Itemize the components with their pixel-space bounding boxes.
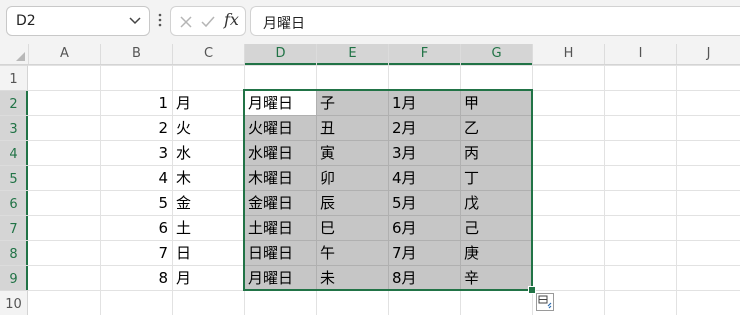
cell-b2[interactable]: 1 <box>100 90 172 115</box>
cell-e9[interactable]: 未 <box>316 265 388 290</box>
cell-d5[interactable]: 木曜日 <box>244 165 316 190</box>
column-headers: ABCDEFGHIJ <box>0 44 740 65</box>
cell-d2[interactable]: 月曜日 <box>244 90 316 115</box>
cell-d7[interactable]: 土曜日 <box>244 215 316 240</box>
column-header-h[interactable]: H <box>532 44 604 64</box>
formula-actions: fx <box>170 6 246 36</box>
cell-d3[interactable]: 火曜日 <box>244 115 316 140</box>
row-header-7[interactable]: 7 <box>0 215 28 240</box>
cell-b8[interactable]: 7 <box>100 240 172 265</box>
cell-e8[interactable]: 午 <box>316 240 388 265</box>
fill-handle[interactable] <box>528 286 536 294</box>
formula-bar: D2 fx 月曜日 <box>0 0 740 44</box>
cell-g7[interactable]: 己 <box>460 215 532 240</box>
row-header-6[interactable]: 6 <box>0 190 28 215</box>
cell-d9[interactable]: 月曜日 <box>244 265 316 290</box>
cell-d8[interactable]: 日曜日 <box>244 240 316 265</box>
cell-b5[interactable]: 4 <box>100 165 172 190</box>
cell-b6[interactable]: 5 <box>100 190 172 215</box>
cell-c3[interactable]: 火 <box>172 115 244 140</box>
worksheet-grid[interactable]: 1 月月曜日子 1月甲 2 火火曜日丑 2月乙 3 水水曜日寅 3月丙 4 木木曜日卯 4月丁 5 金金曜… <box>28 65 740 315</box>
cell-e6[interactable]: 辰 <box>316 190 388 215</box>
cell-e7[interactable]: 巳 <box>316 215 388 240</box>
column-header-b[interactable]: B <box>100 44 172 64</box>
row-header-8[interactable]: 8 <box>0 240 28 265</box>
insert-function-button[interactable]: fx <box>224 10 239 29</box>
cell-d6[interactable]: 金曜日 <box>244 190 316 215</box>
cell-b9[interactable]: 8 <box>100 265 172 290</box>
cell-f6[interactable]: 5月 <box>388 190 460 215</box>
cell-e5[interactable]: 卯 <box>316 165 388 190</box>
cell-g8[interactable]: 庚 <box>460 240 532 265</box>
cell-g9[interactable]: 辛 <box>460 265 532 290</box>
cell-b4[interactable]: 3 <box>100 140 172 165</box>
row-header-4[interactable]: 4 <box>0 140 28 165</box>
column-header-d[interactable]: D <box>244 44 316 65</box>
cancel-icon[interactable] <box>177 13 195 31</box>
cell-c8[interactable]: 日 <box>172 240 244 265</box>
cell-f9[interactable]: 8月 <box>388 265 460 290</box>
cell-f7[interactable]: 6月 <box>388 215 460 240</box>
grid-line <box>28 65 740 66</box>
row-header-3[interactable]: 3 <box>0 115 28 140</box>
cell-e4[interactable]: 寅 <box>316 140 388 165</box>
cell-e2[interactable]: 子 <box>316 90 388 115</box>
more-options-icon[interactable] <box>156 10 164 30</box>
cell-d4[interactable]: 水曜日 <box>244 140 316 165</box>
column-header-j[interactable]: J <box>676 44 740 64</box>
name-box-value: D2 <box>16 13 36 29</box>
row-header-5[interactable]: 5 <box>0 165 28 190</box>
quick-analysis-icon[interactable] <box>536 293 554 311</box>
cell-f2[interactable]: 1月 <box>388 90 460 115</box>
cell-c7[interactable]: 土 <box>172 215 244 240</box>
column-header-i[interactable]: I <box>604 44 676 64</box>
cell-f4[interactable]: 3月 <box>388 140 460 165</box>
enter-icon[interactable] <box>199 13 217 31</box>
cell-c4[interactable]: 水 <box>172 140 244 165</box>
cell-c5[interactable]: 木 <box>172 165 244 190</box>
column-header-a[interactable]: A <box>28 44 100 64</box>
cell-e3[interactable]: 丑 <box>316 115 388 140</box>
cell-f3[interactable]: 2月 <box>388 115 460 140</box>
row-header-10[interactable]: 10 <box>0 290 28 315</box>
row-header-1[interactable]: 1 <box>0 65 28 90</box>
cell-g4[interactable]: 丙 <box>460 140 532 165</box>
formula-input[interactable]: 月曜日 <box>250 6 740 36</box>
cell-b7[interactable]: 6 <box>100 215 172 240</box>
cell-f5[interactable]: 4月 <box>388 165 460 190</box>
select-all-button[interactable] <box>0 44 28 64</box>
column-header-c[interactable]: C <box>172 44 244 64</box>
cell-c9[interactable]: 月 <box>172 265 244 290</box>
cell-f8[interactable]: 7月 <box>388 240 460 265</box>
cell-g2[interactable]: 甲 <box>460 90 532 115</box>
cell-g6[interactable]: 戊 <box>460 190 532 215</box>
cell-b3[interactable]: 2 <box>100 115 172 140</box>
column-header-g[interactable]: G <box>460 44 532 65</box>
column-header-e[interactable]: E <box>316 44 388 65</box>
column-header-f[interactable]: F <box>388 44 460 65</box>
row-header-2[interactable]: 2 <box>0 90 28 115</box>
cell-c6[interactable]: 金 <box>172 190 244 215</box>
chevron-down-icon[interactable] <box>127 12 143 28</box>
cell-c2[interactable]: 月 <box>172 90 244 115</box>
name-box[interactable]: D2 <box>6 6 150 36</box>
row-header-9[interactable]: 9 <box>0 265 28 290</box>
cell-g5[interactable]: 丁 <box>460 165 532 190</box>
formula-content: 月曜日 <box>263 16 305 32</box>
grid-line <box>28 290 740 291</box>
cell-g3[interactable]: 乙 <box>460 115 532 140</box>
